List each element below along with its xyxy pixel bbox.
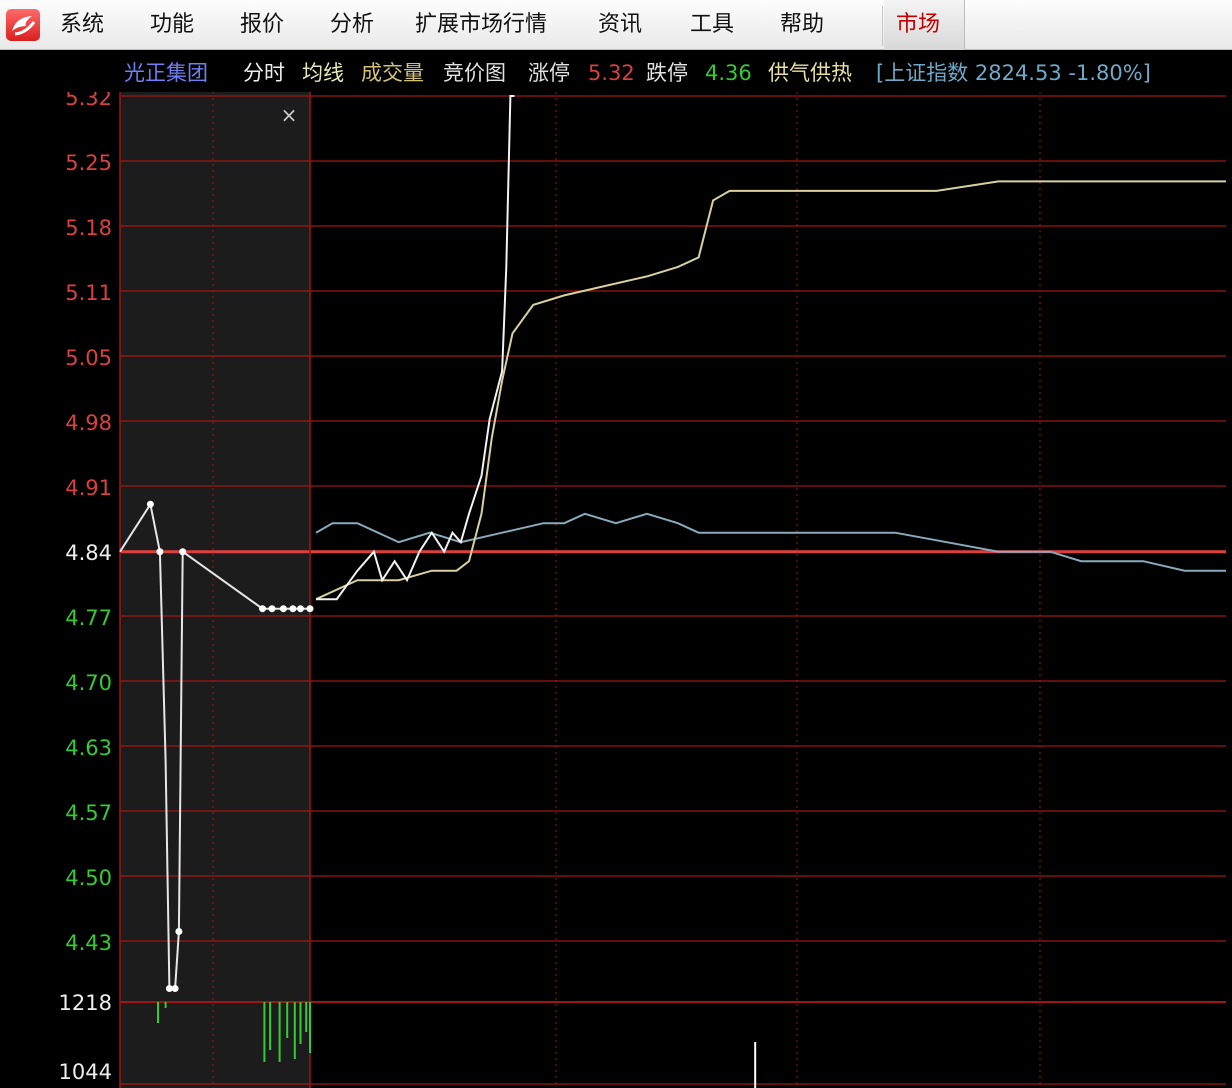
auction-price-marker [259,605,266,613]
menu-item-function[interactable]: 功能 [150,10,194,40]
menu-item-extended-market[interactable]: 扩展市场行情 [415,10,547,40]
auction-price-marker [156,548,164,556]
menu-item-news[interactable]: 资讯 [598,10,642,40]
auction-price-marker [171,984,179,992]
auction-price-marker [297,605,304,613]
y-tick-label: 4.50 [65,866,112,890]
y-tick-label: 4.63 [65,736,112,760]
y-tick-label: 4.57 [65,801,112,825]
close-auction-button[interactable]: × [281,103,298,127]
volume-tick-label: 1044 [59,1060,112,1084]
auction-price-marker [289,605,297,613]
auction-panel-bg [120,92,310,1088]
menu-item-system[interactable]: 系统 [60,10,104,40]
auction-price-marker [146,500,154,508]
market-tab[interactable]: 市场 [884,0,965,50]
y-tick-label: 4.77 [65,606,112,630]
auction-price-marker [179,548,187,556]
intraday-chart[interactable]: 5.32 5.25 5.18 5.11 5.05 4.98 4.91 4.84 4.77 4.70… [0,92,1232,1088]
menu-item-help[interactable]: 帮助 [780,10,824,40]
auction-price-marker [306,605,314,613]
tab-volume[interactable]: 成交量 [361,60,424,86]
index-quote[interactable]: [上证指数 2824.53 -1.80%] [876,60,1151,86]
menu-item-quote[interactable]: 报价 [240,10,284,40]
limit-down-label: 跌停 [646,61,688,85]
menu-bar: 系统 功能 报价 分析 扩展市场行情 资讯 工具 帮助 市场 [0,0,1232,50]
stock-name: 光正集团 [124,61,208,85]
y-tick-label: 4.98 [65,411,112,435]
limit-up-label: 涨停 [528,61,570,85]
y-tick-label: 5.25 [65,151,112,175]
y-tick-label: 5.11 [65,281,112,305]
index-line [315,512,1226,572]
y-tick-label: 4.91 [65,476,112,500]
market-tab-label: 市场 [896,12,941,37]
y-tick-label: 5.32 [65,92,112,110]
y-tick-label: 4.84 [65,541,112,565]
y-tick-label: 5.05 [65,346,112,370]
auction-price-marker [268,605,276,613]
menu-item-analysis[interactable]: 分析 [330,10,374,40]
tab-auction-chart[interactable]: 竞价图 [443,60,506,86]
menu-item-tools[interactable]: 工具 [690,10,734,40]
auction-price-marker [279,605,287,613]
menu-divider [882,6,883,46]
app-logo-icon[interactable] [6,9,40,41]
average-price-line [315,180,1226,601]
y-tick-label: 4.43 [65,931,112,955]
sector-label[interactable]: 供气供热 [768,60,852,86]
volume-tick-label: 1218 [59,991,112,1015]
chart-info-bar: 光正集团 分时 均线 成交量 竞价图 涨停 5.32 跌停 4.36 供气供热 … [0,52,1232,92]
tab-intraday[interactable]: 分时 [243,60,285,86]
tab-average-line[interactable]: 均线 [302,60,344,86]
limit-up-value: 5.32 [588,61,635,85]
limit-down-value: 4.36 [705,61,752,85]
y-tick-label: 4.70 [65,671,112,695]
auction-price-marker [175,928,183,936]
y-tick-label: 5.18 [65,216,112,240]
